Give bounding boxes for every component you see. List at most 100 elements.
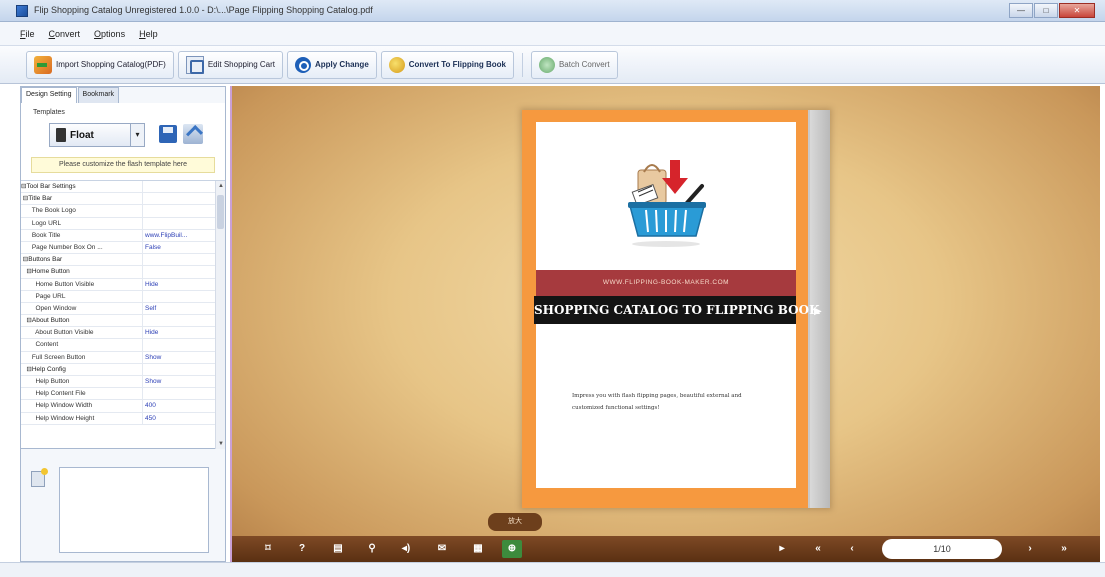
menu-options[interactable]: Options [94, 29, 125, 39]
property-value[interactable]: www.FlipBuil... [143, 230, 225, 241]
property-value[interactable] [143, 205, 225, 216]
property-value[interactable] [143, 388, 225, 399]
batch-convert-button[interactable]: Batch Convert [530, 50, 618, 79]
edit-shopping-cart-button[interactable]: Edit Shopping Cart [177, 50, 283, 79]
book-url-banner: WWW.FLIPPING-BOOK-MAKER.COM [536, 270, 796, 296]
maximize-button[interactable]: □ [1034, 3, 1058, 18]
property-row[interactable]: Home Button Visible Hide [21, 278, 225, 291]
template-name: Float [70, 129, 94, 141]
property-row[interactable]: Open Window Self [21, 302, 225, 316]
property-row[interactable]: Logo URL [21, 217, 225, 230]
menu-file[interactable]: File [20, 29, 35, 39]
property-row[interactable]: Help Window Width 400 [21, 400, 225, 413]
import-catalog-label: Import Shopping Catalog(PDF) [56, 60, 166, 69]
property-row[interactable]: Book Title www.FlipBuil... [21, 229, 225, 242]
property-row[interactable]: ⊟Tool Bar Settings [21, 181, 225, 194]
sound-icon[interactable]: ◂) [396, 540, 416, 558]
property-value[interactable]: 450 [143, 413, 225, 424]
close-button[interactable]: ✕ [1059, 3, 1095, 18]
property-row[interactable]: Page Number Box On ... False [21, 241, 225, 255]
property-row[interactable]: Help Window Height 450 [21, 412, 225, 425]
book-page[interactable]: ▶ WWW.FLIPPING-BOOK-MAKER.COM SHOPPING C… [522, 110, 830, 508]
property-value[interactable] [143, 218, 225, 229]
apply-change-label: Apply Change [314, 60, 369, 69]
property-row[interactable]: Content [21, 339, 225, 352]
property-value[interactable]: Show [143, 376, 225, 387]
menu-convert[interactable]: Convert [49, 29, 81, 39]
tab-design-setting[interactable]: Design Setting [21, 87, 77, 103]
first-page-icon[interactable]: « [808, 540, 828, 558]
property-value[interactable] [143, 266, 225, 277]
property-name: ⊟About Button [21, 315, 143, 327]
convert-to-flipping-book-label: Convert To Flipping Book [408, 60, 506, 69]
property-grid: ⊟Tool Bar Settings ⊟Title Bar The Book L… [21, 181, 225, 449]
property-name: Book Title [21, 229, 143, 241]
property-value[interactable] [143, 193, 225, 204]
batch-convert-icon [538, 56, 555, 73]
apply-change-button[interactable]: Apply Change [286, 50, 377, 79]
property-row[interactable]: Help Button Show [21, 376, 225, 389]
property-value[interactable] [143, 364, 225, 375]
property-row[interactable]: The Book Logo [21, 205, 225, 218]
property-name: About Button Visible [21, 327, 143, 339]
window-controls: — □ ✕ [1009, 3, 1095, 18]
search-icon[interactable]: ⚲ [362, 540, 382, 558]
page-number-box[interactable]: 1/10 [882, 539, 1002, 559]
property-value[interactable] [143, 315, 225, 326]
property-description-box [59, 467, 209, 553]
thumbnails-icon[interactable]: ⌑ [258, 540, 278, 558]
main-toolbar: Import Shopping Catalog(PDF) Edit Shoppi… [0, 46, 1105, 84]
property-value[interactable] [143, 291, 225, 302]
property-value[interactable]: 400 [143, 400, 225, 411]
property-name: ⊟Help Config [21, 363, 143, 375]
property-row[interactable]: Full Screen Button Show [21, 351, 225, 364]
print-icon[interactable]: ▤ [328, 540, 348, 558]
property-name: ⊟Title Bar [21, 193, 143, 205]
property-row[interactable]: ⊟Buttons Bar [21, 254, 225, 267]
chevron-down-icon[interactable]: ▾ [130, 124, 144, 146]
property-row[interactable]: ⊟Home Button [21, 266, 225, 279]
help-icon[interactable]: ? [292, 540, 312, 558]
export-template-icon[interactable] [183, 124, 203, 144]
convert-icon [388, 56, 405, 73]
property-row[interactable]: Help Content File [21, 388, 225, 401]
property-value[interactable]: False [143, 242, 225, 253]
save-template-icon[interactable] [159, 125, 177, 143]
property-value[interactable]: Self [143, 303, 225, 314]
property-grid-scrollbar[interactable]: ▲ ▼ [215, 181, 225, 449]
property-row[interactable]: ⊟About Button [21, 315, 225, 328]
property-name: ⊟Tool Bar Settings [21, 181, 143, 193]
last-page-icon[interactable]: » [1054, 540, 1074, 558]
autoplay-icon[interactable]: ▸ [772, 540, 792, 558]
settings-tabs: Design Setting Bookmark [21, 87, 120, 103]
next-page-icon[interactable]: › [1020, 540, 1040, 558]
property-row[interactable]: About Button Visible Hide [21, 327, 225, 340]
property-value[interactable] [143, 254, 225, 265]
window-title-bar: Flip Shopping Catalog Unregistered 1.0.0… [0, 0, 1105, 22]
scroll-up-arrow-icon[interactable]: ▲ [216, 181, 226, 191]
tab-bookmark[interactable]: Bookmark [77, 87, 120, 103]
scroll-down-arrow-icon[interactable]: ▼ [216, 439, 226, 449]
property-name: Page Number Box On ... [21, 241, 143, 254]
template-select[interactable]: Float ▾ [49, 123, 145, 147]
property-value[interactable]: Hide [143, 279, 225, 290]
property-row[interactable]: Page URL [21, 290, 225, 303]
convert-to-flipping-book-button[interactable]: Convert To Flipping Book [380, 50, 514, 79]
property-row[interactable]: ⊟Title Bar [21, 193, 225, 206]
scrollbar-thumb[interactable] [217, 195, 224, 229]
property-name: Help Window Width [21, 400, 143, 412]
previous-page-icon[interactable]: ‹ [842, 540, 862, 558]
edit-shopping-cart-label: Edit Shopping Cart [207, 60, 275, 69]
minimize-button[interactable]: — [1009, 3, 1033, 18]
email-icon[interactable]: ✉ [432, 540, 452, 558]
property-row[interactable]: ⊟Help Config [21, 363, 225, 376]
property-value[interactable]: Show [143, 352, 225, 363]
property-value[interactable]: Hide [143, 327, 225, 338]
menu-help[interactable]: Help [139, 29, 158, 39]
menu-bar: File Convert Options Help [0, 22, 1105, 46]
property-value[interactable] [143, 339, 225, 350]
import-catalog-button[interactable]: Import Shopping Catalog(PDF) [26, 50, 174, 79]
property-value[interactable] [143, 181, 225, 192]
zoom-in-icon[interactable]: ⊕ [502, 540, 522, 558]
grid-icon[interactable]: ▦ [468, 540, 488, 558]
